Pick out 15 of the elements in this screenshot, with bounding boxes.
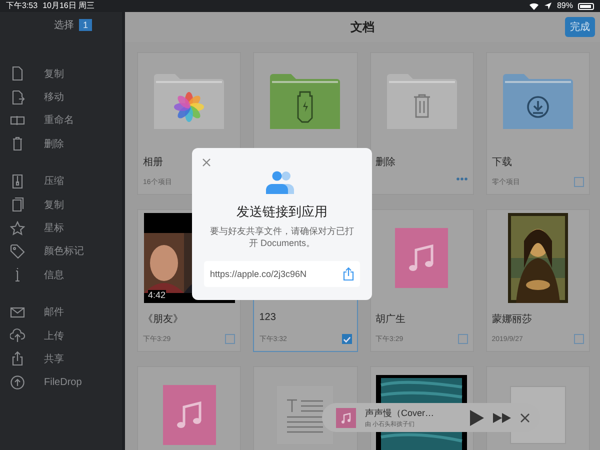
- file-name: 《朋友》: [143, 313, 183, 326]
- select-label: 选择: [54, 18, 74, 32]
- video-duration: 4:42: [148, 290, 166, 300]
- track-title: 声声慢（Cover…: [365, 406, 436, 420]
- file-name: 胡广生: [376, 312, 406, 326]
- status-date: 10月16日 周三: [42, 1, 95, 11]
- page-title: 文档: [350, 18, 374, 36]
- file-name: 123: [259, 312, 276, 325]
- file-name: 删除: [376, 156, 396, 169]
- status-time: 下午3:53: [6, 1, 38, 11]
- selection-count-badge: 1: [78, 19, 92, 31]
- file-name: 下载: [492, 156, 512, 169]
- battery-percentage: 89%: [556, 1, 573, 11]
- file-name: 相册: [143, 156, 163, 169]
- file-name: 蒙娜丽莎: [492, 312, 532, 326]
